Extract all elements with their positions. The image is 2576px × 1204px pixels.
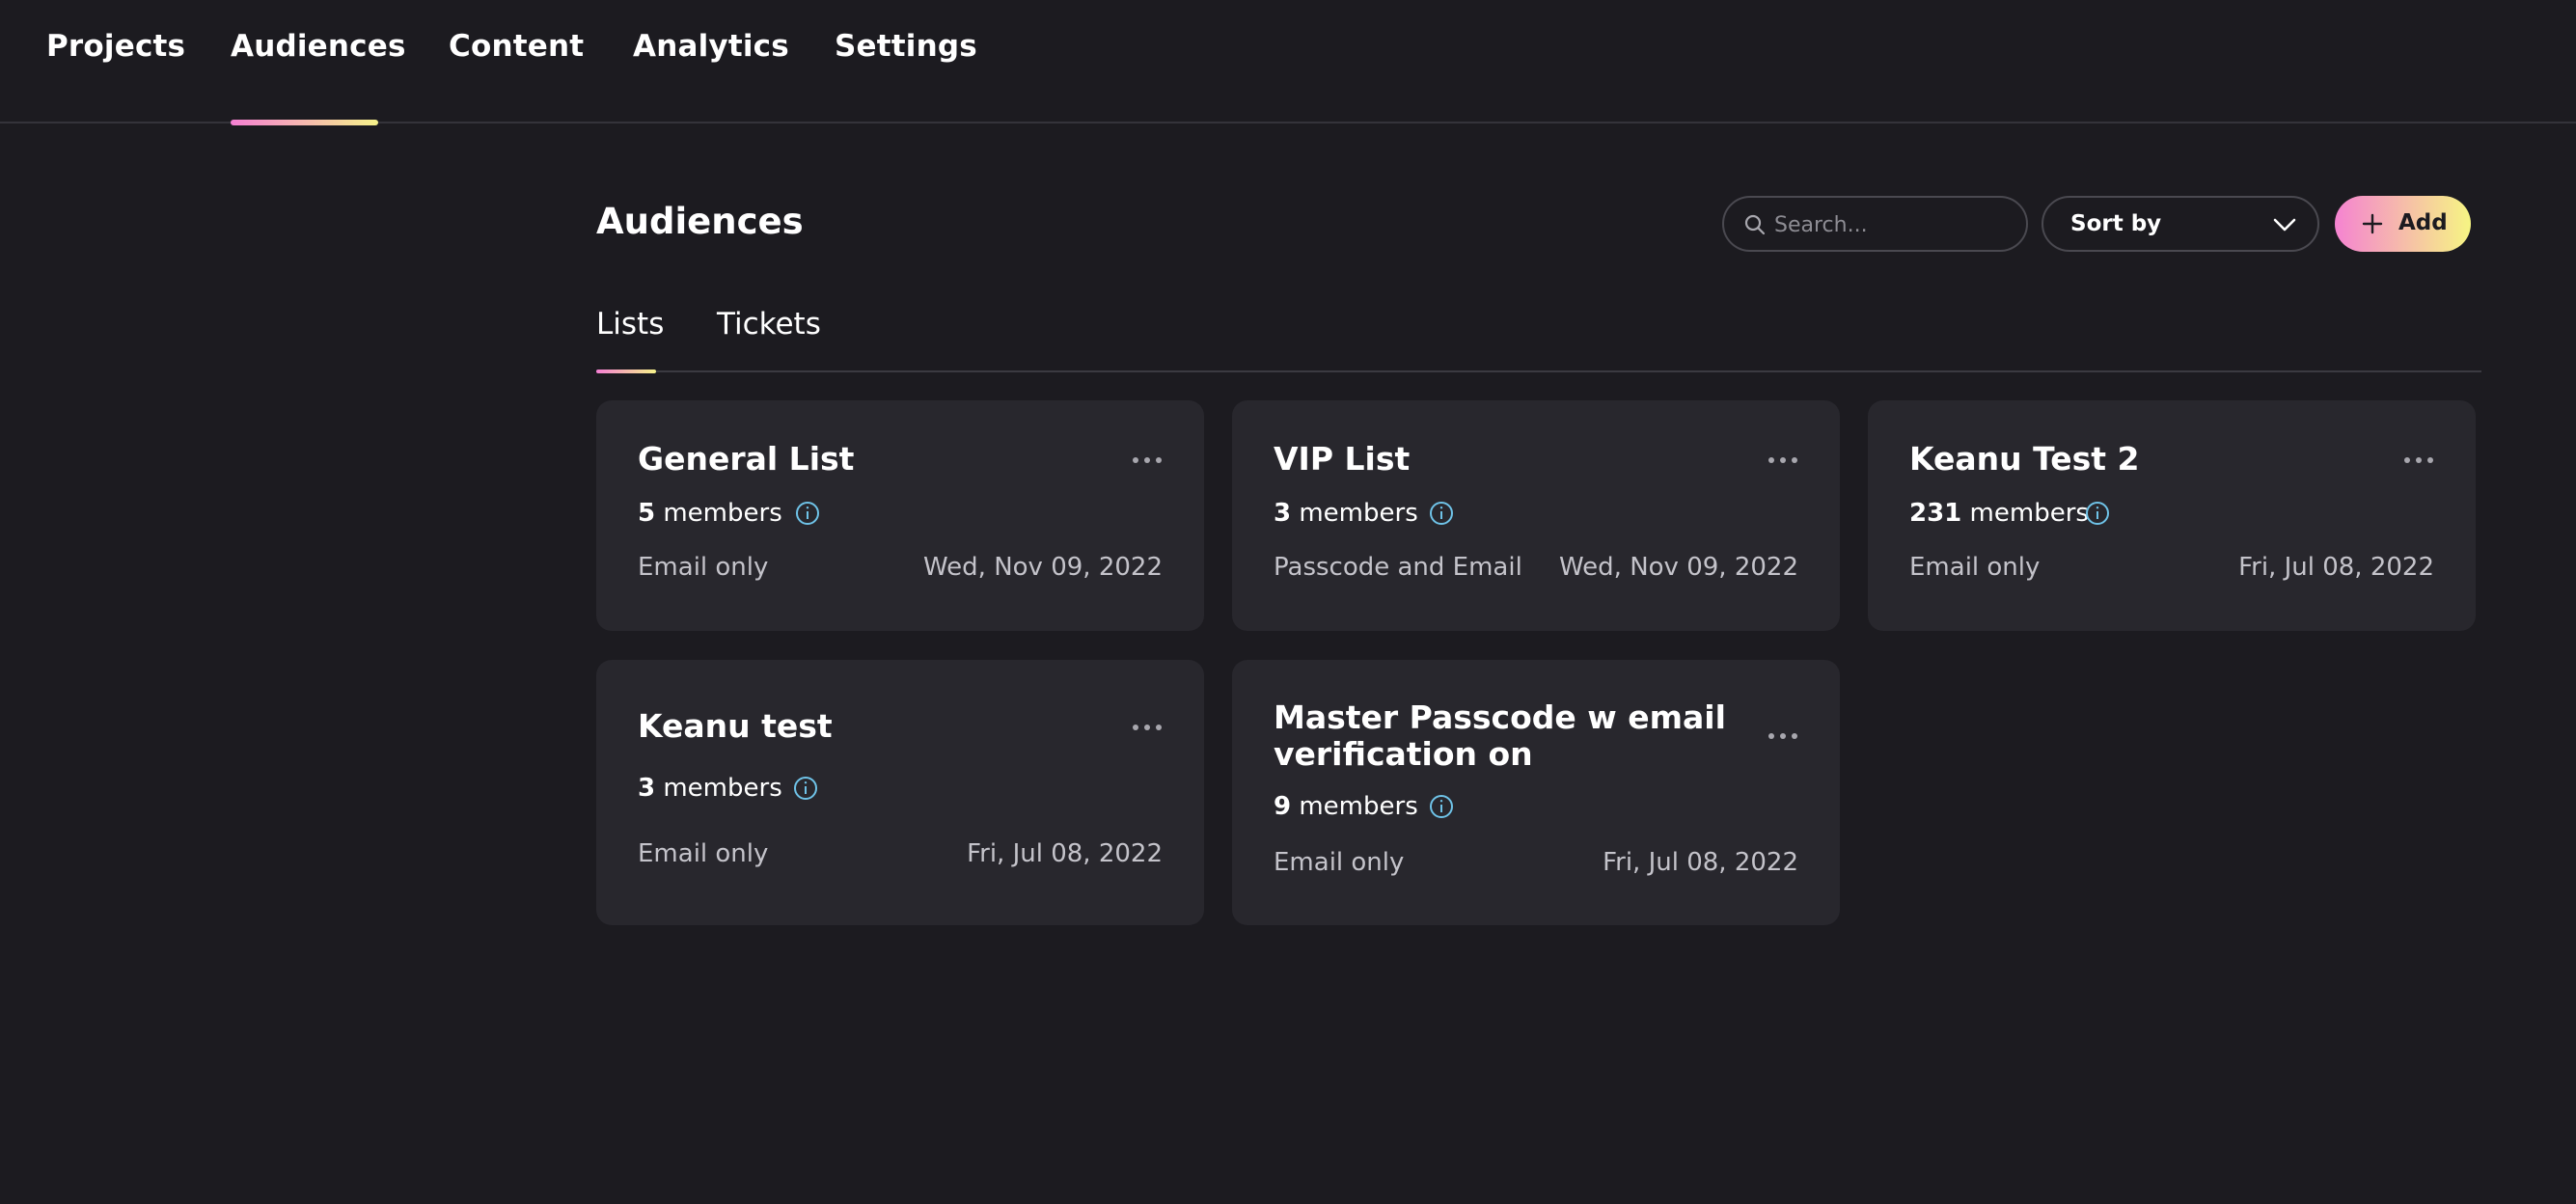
tab-tickets[interactable]: Tickets <box>717 307 821 342</box>
member-count-value: 5 <box>638 499 656 528</box>
member-count-label: members <box>663 774 782 803</box>
access-type: Passcode and Email <box>1274 553 1522 582</box>
nav-item-projects[interactable]: Projects <box>46 29 185 68</box>
created-date: Fri, Jul 08, 2022 <box>2238 553 2434 582</box>
search-input[interactable] <box>1774 205 2015 244</box>
member-count-label: members <box>1299 499 1418 528</box>
add-button[interactable]: Add <box>2335 196 2471 252</box>
tabs-divider <box>596 370 2481 372</box>
created-date: Fri, Jul 08, 2022 <box>1603 848 1798 877</box>
more-horizontal-icon[interactable] <box>2404 455 2433 465</box>
chevron-down-icon <box>2273 218 2296 232</box>
member-count: 231 members <box>1909 499 2089 528</box>
info-icon[interactable] <box>792 775 819 802</box>
nav-item-settings[interactable]: Settings <box>835 29 977 68</box>
member-count: 3 members <box>638 774 782 803</box>
card-title: General List <box>638 440 855 478</box>
audience-card[interactable]: General List 5 members Email only Wed, N… <box>596 400 1204 631</box>
sort-by-label: Sort by <box>2070 211 2162 236</box>
add-button-label: Add <box>2398 210 2448 235</box>
more-horizontal-icon[interactable] <box>1768 731 1797 741</box>
card-title: Keanu Test 2 <box>1909 440 2140 478</box>
access-type: Email only <box>1909 553 2041 582</box>
member-count: 3 members <box>1274 499 1418 528</box>
search-box[interactable] <box>1722 196 2028 252</box>
info-icon[interactable] <box>794 500 821 527</box>
access-type: Email only <box>1274 848 1405 877</box>
audience-card[interactable]: Master Passcode w email verification on … <box>1232 660 1840 925</box>
member-count-label: members <box>1299 792 1418 821</box>
audience-card[interactable]: Keanu test 3 members Email only Fri, Jul… <box>596 660 1204 925</box>
created-date: Fri, Jul 08, 2022 <box>967 839 1163 868</box>
card-title: Master Passcode w email verification on <box>1274 698 1726 773</box>
nav-item-audiences[interactable]: Audiences <box>231 29 406 68</box>
member-count: 9 members <box>1274 792 1418 821</box>
member-count-label: members <box>663 499 782 528</box>
card-title: VIP List <box>1274 440 1411 478</box>
audience-card[interactable]: Keanu Test 2 231 members Email only Fri,… <box>1868 400 2476 631</box>
access-type: Email only <box>638 553 769 582</box>
more-horizontal-icon[interactable] <box>1133 455 1162 465</box>
more-horizontal-icon[interactable] <box>1133 723 1162 732</box>
access-type: Email only <box>638 839 769 868</box>
member-count-value: 9 <box>1274 792 1292 821</box>
more-horizontal-icon[interactable] <box>1768 455 1797 465</box>
top-nav: Projects Audiences Content Analytics Set… <box>0 0 2576 125</box>
info-icon[interactable] <box>1428 500 1455 527</box>
tab-lists[interactable]: Lists <box>596 307 664 342</box>
created-date: Wed, Nov 09, 2022 <box>922 553 1163 582</box>
page-title: Audiences <box>596 201 804 242</box>
tab-active-indicator <box>596 369 656 373</box>
member-count-label: members <box>1969 499 2089 528</box>
card-title: Keanu test <box>638 707 833 745</box>
member-count-value: 3 <box>1274 499 1292 528</box>
audience-card[interactable]: VIP List 3 members Passcode and Email We… <box>1232 400 1840 631</box>
member-count-value: 231 <box>1909 499 1962 528</box>
search-icon <box>1744 214 1766 235</box>
nav-item-content[interactable]: Content <box>449 29 584 68</box>
plus-icon <box>2362 213 2383 234</box>
sort-by-dropdown[interactable]: Sort by <box>2042 196 2319 252</box>
nav-item-analytics[interactable]: Analytics <box>633 29 789 68</box>
info-icon[interactable] <box>1428 793 1455 820</box>
info-icon[interactable] <box>2084 500 2111 527</box>
member-count: 5 members <box>638 499 782 528</box>
member-count-value: 3 <box>638 774 656 803</box>
created-date: Wed, Nov 09, 2022 <box>1558 553 1798 582</box>
nav-active-indicator <box>231 120 378 125</box>
